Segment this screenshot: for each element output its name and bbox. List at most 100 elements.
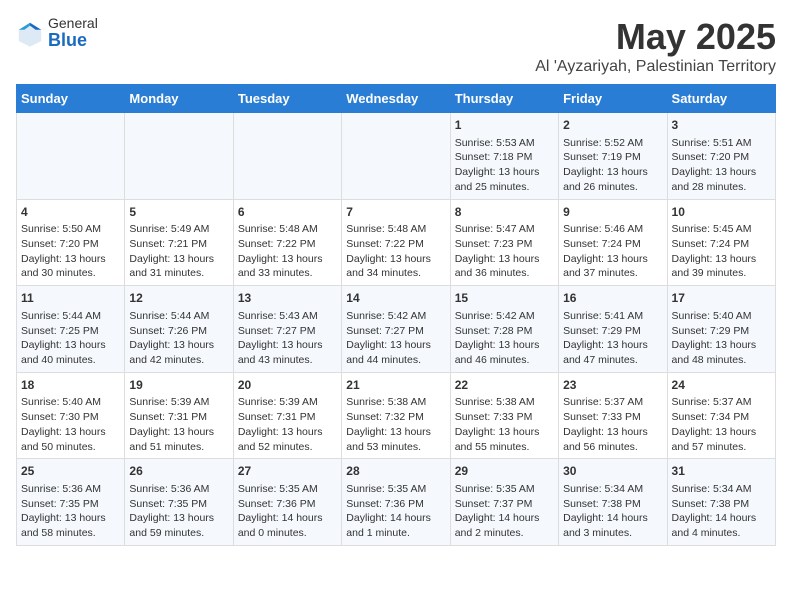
day-info: Sunrise: 5:47 AMSunset: 7:23 PMDaylight:… xyxy=(455,222,554,281)
day-number: 6 xyxy=(238,204,337,221)
day-number: 11 xyxy=(21,290,120,307)
calendar-cell: 24Sunrise: 5:37 AMSunset: 7:34 PMDayligh… xyxy=(667,372,775,459)
calendar-cell: 9Sunrise: 5:46 AMSunset: 7:24 PMDaylight… xyxy=(559,199,667,286)
day-number: 9 xyxy=(563,204,662,221)
day-info: Sunrise: 5:44 AMSunset: 7:26 PMDaylight:… xyxy=(129,309,228,368)
weekday-header-thursday: Thursday xyxy=(450,85,558,113)
calendar-cell: 30 Sunrise: 5:34 AMSunset: 7:38 PMDayligh… xyxy=(559,459,667,546)
day-info: Sunrise: 5:44 AMSunset: 7:25 PMDaylight:… xyxy=(21,309,120,368)
day-number: 19 xyxy=(129,377,228,394)
day-number: 25 xyxy=(21,463,120,480)
day-info: Sunrise: 5:37 AMSunset: 7:34 PMDaylight:… xyxy=(672,395,771,454)
calendar-cell: 15Sunrise: 5:42 AMSunset: 7:28 PMDayligh… xyxy=(450,286,558,373)
day-number: 20 xyxy=(238,377,337,394)
day-info: Sunrise: 5:52 AMSunset: 7:19 PMDaylight:… xyxy=(563,136,662,195)
day-number: 22 xyxy=(455,377,554,394)
calendar-cell: 5Sunrise: 5:49 AMSunset: 7:21 PMDaylight… xyxy=(125,199,233,286)
day-number: 7 xyxy=(346,204,445,221)
calendar-cell: 20Sunrise: 5:39 AMSunset: 7:31 PMDayligh… xyxy=(233,372,341,459)
day-number: 4 xyxy=(21,204,120,221)
day-info: Sunrise: 5:42 AMSunset: 7:28 PMDaylight:… xyxy=(455,309,554,368)
day-number: 13 xyxy=(238,290,337,307)
day-info: Sunrise: 5:40 AMSunset: 7:30 PMDaylight:… xyxy=(21,395,120,454)
day-info: Sunrise: 5:36 AMSunset: 7:35 PMDaylight:… xyxy=(129,482,228,541)
day-info: Sunrise: 5:43 AMSunset: 7:27 PMDaylight:… xyxy=(238,309,337,368)
day-number: 8 xyxy=(455,204,554,221)
week-row-4: 18Sunrise: 5:40 AMSunset: 7:30 PMDayligh… xyxy=(17,372,776,459)
calendar-cell: 4Sunrise: 5:50 AMSunset: 7:20 PMDaylight… xyxy=(17,199,125,286)
day-info: Sunrise: 5:34 AMSunset: 7:38 PMDaylight:… xyxy=(563,482,662,541)
day-info: Sunrise: 5:36 AMSunset: 7:35 PMDaylight:… xyxy=(21,482,120,541)
day-number: 28 xyxy=(346,463,445,480)
day-number: 16 xyxy=(563,290,662,307)
calendar-cell xyxy=(125,113,233,200)
calendar-cell: 16 Sunrise: 5:41 AMSunset: 7:29 PMDayligh… xyxy=(559,286,667,373)
day-number: 24 xyxy=(672,377,771,394)
day-info: Sunrise: 5:39 AMSunset: 7:31 PMDaylight:… xyxy=(129,395,228,454)
calendar-cell: 29 Sunrise: 5:35 AMSunset: 7:37 PMDayligh… xyxy=(450,459,558,546)
calendar-title: May 2025 xyxy=(535,16,776,58)
calendar-cell xyxy=(233,113,341,200)
calendar-cell: 21Sunrise: 5:38 AMSunset: 7:32 PMDayligh… xyxy=(342,372,450,459)
calendar-cell: 28 Sunrise: 5:35 AMSunset: 7:36 PMDayligh… xyxy=(342,459,450,546)
day-info: Sunrise: 5:51 AMSunset: 7:20 PMDaylight:… xyxy=(672,136,771,195)
week-row-5: 25 Sunrise: 5:36 AMSunset: 7:35 PMDayligh… xyxy=(17,459,776,546)
day-info: Sunrise: 5:49 AMSunset: 7:21 PMDaylight:… xyxy=(129,222,228,281)
day-info: Sunrise: 5:35 AMSunset: 7:36 PMDaylight:… xyxy=(238,482,337,541)
day-number: 3 xyxy=(672,117,771,134)
day-info: Sunrise: 5:41 AMSunset: 7:29 PMDaylight:… xyxy=(563,309,662,368)
logo-blue-label: Blue xyxy=(48,31,98,51)
day-info: Sunrise: 5:53 AMSunset: 7:18 PMDaylight:… xyxy=(455,136,554,195)
calendar-cell xyxy=(17,113,125,200)
day-info: Sunrise: 5:40 AMSunset: 7:29 PMDaylight:… xyxy=(672,309,771,368)
calendar-cell: 3 Sunrise: 5:51 AMSunset: 7:20 PMDaylight… xyxy=(667,113,775,200)
day-info: Sunrise: 5:50 AMSunset: 7:20 PMDaylight:… xyxy=(21,222,120,281)
day-info: Sunrise: 5:48 AMSunset: 7:22 PMDaylight:… xyxy=(238,222,337,281)
weekday-header-sunday: Sunday xyxy=(17,85,125,113)
weekday-header-friday: Friday xyxy=(559,85,667,113)
day-info: Sunrise: 5:48 AMSunset: 7:22 PMDaylight:… xyxy=(346,222,445,281)
calendar-cell: 25 Sunrise: 5:36 AMSunset: 7:35 PMDayligh… xyxy=(17,459,125,546)
calendar-cell: 19Sunrise: 5:39 AMSunset: 7:31 PMDayligh… xyxy=(125,372,233,459)
logo-general-label: General xyxy=(48,16,98,31)
week-row-2: 4Sunrise: 5:50 AMSunset: 7:20 PMDaylight… xyxy=(17,199,776,286)
day-number: 14 xyxy=(346,290,445,307)
day-number: 5 xyxy=(129,204,228,221)
calendar-cell: 11 Sunrise: 5:44 AMSunset: 7:25 PMDayligh… xyxy=(17,286,125,373)
day-info: Sunrise: 5:45 AMSunset: 7:24 PMDaylight:… xyxy=(672,222,771,281)
logo-icon xyxy=(16,20,44,48)
calendar-cell: 1 Sunrise: 5:53 AMSunset: 7:18 PMDaylight… xyxy=(450,113,558,200)
calendar-cell xyxy=(342,113,450,200)
calendar-cell: 10Sunrise: 5:45 AMSunset: 7:24 PMDayligh… xyxy=(667,199,775,286)
day-info: Sunrise: 5:37 AMSunset: 7:33 PMDaylight:… xyxy=(563,395,662,454)
day-number: 26 xyxy=(129,463,228,480)
day-info: Sunrise: 5:46 AMSunset: 7:24 PMDaylight:… xyxy=(563,222,662,281)
calendar-cell: 22Sunrise: 5:38 AMSunset: 7:33 PMDayligh… xyxy=(450,372,558,459)
day-number: 29 xyxy=(455,463,554,480)
logo: General Blue xyxy=(16,16,98,51)
day-number: 30 xyxy=(563,463,662,480)
calendar-subtitle: Al 'Ayzariyah, Palestinian Territory xyxy=(535,58,776,76)
day-info: Sunrise: 5:35 AMSunset: 7:37 PMDaylight:… xyxy=(455,482,554,541)
day-info: Sunrise: 5:38 AMSunset: 7:32 PMDaylight:… xyxy=(346,395,445,454)
day-number: 27 xyxy=(238,463,337,480)
calendar-cell: 13 Sunrise: 5:43 AMSunset: 7:27 PMDayligh… xyxy=(233,286,341,373)
calendar-cell: 18Sunrise: 5:40 AMSunset: 7:30 PMDayligh… xyxy=(17,372,125,459)
weekday-header-tuesday: Tuesday xyxy=(233,85,341,113)
title-block: May 2025 Al 'Ayzariyah, Palestinian Terr… xyxy=(535,16,776,76)
calendar-cell: 12 Sunrise: 5:44 AMSunset: 7:26 PMDayligh… xyxy=(125,286,233,373)
calendar-cell: 17Sunrise: 5:40 AMSunset: 7:29 PMDayligh… xyxy=(667,286,775,373)
weekday-header-wednesday: Wednesday xyxy=(342,85,450,113)
day-info: Sunrise: 5:39 AMSunset: 7:31 PMDaylight:… xyxy=(238,395,337,454)
day-info: Sunrise: 5:42 AMSunset: 7:27 PMDaylight:… xyxy=(346,309,445,368)
calendar-table: SundayMondayTuesdayWednesdayThursdayFrid… xyxy=(16,84,776,546)
weekday-header-monday: Monday xyxy=(125,85,233,113)
day-number: 18 xyxy=(21,377,120,394)
day-number: 31 xyxy=(672,463,771,480)
page-header: General Blue May 2025 Al 'Ayzariyah, Pal… xyxy=(16,16,776,76)
day-number: 1 xyxy=(455,117,554,134)
calendar-cell: 8Sunrise: 5:47 AMSunset: 7:23 PMDaylight… xyxy=(450,199,558,286)
day-info: Sunrise: 5:35 AMSunset: 7:36 PMDaylight:… xyxy=(346,482,445,541)
day-number: 23 xyxy=(563,377,662,394)
day-number: 12 xyxy=(129,290,228,307)
